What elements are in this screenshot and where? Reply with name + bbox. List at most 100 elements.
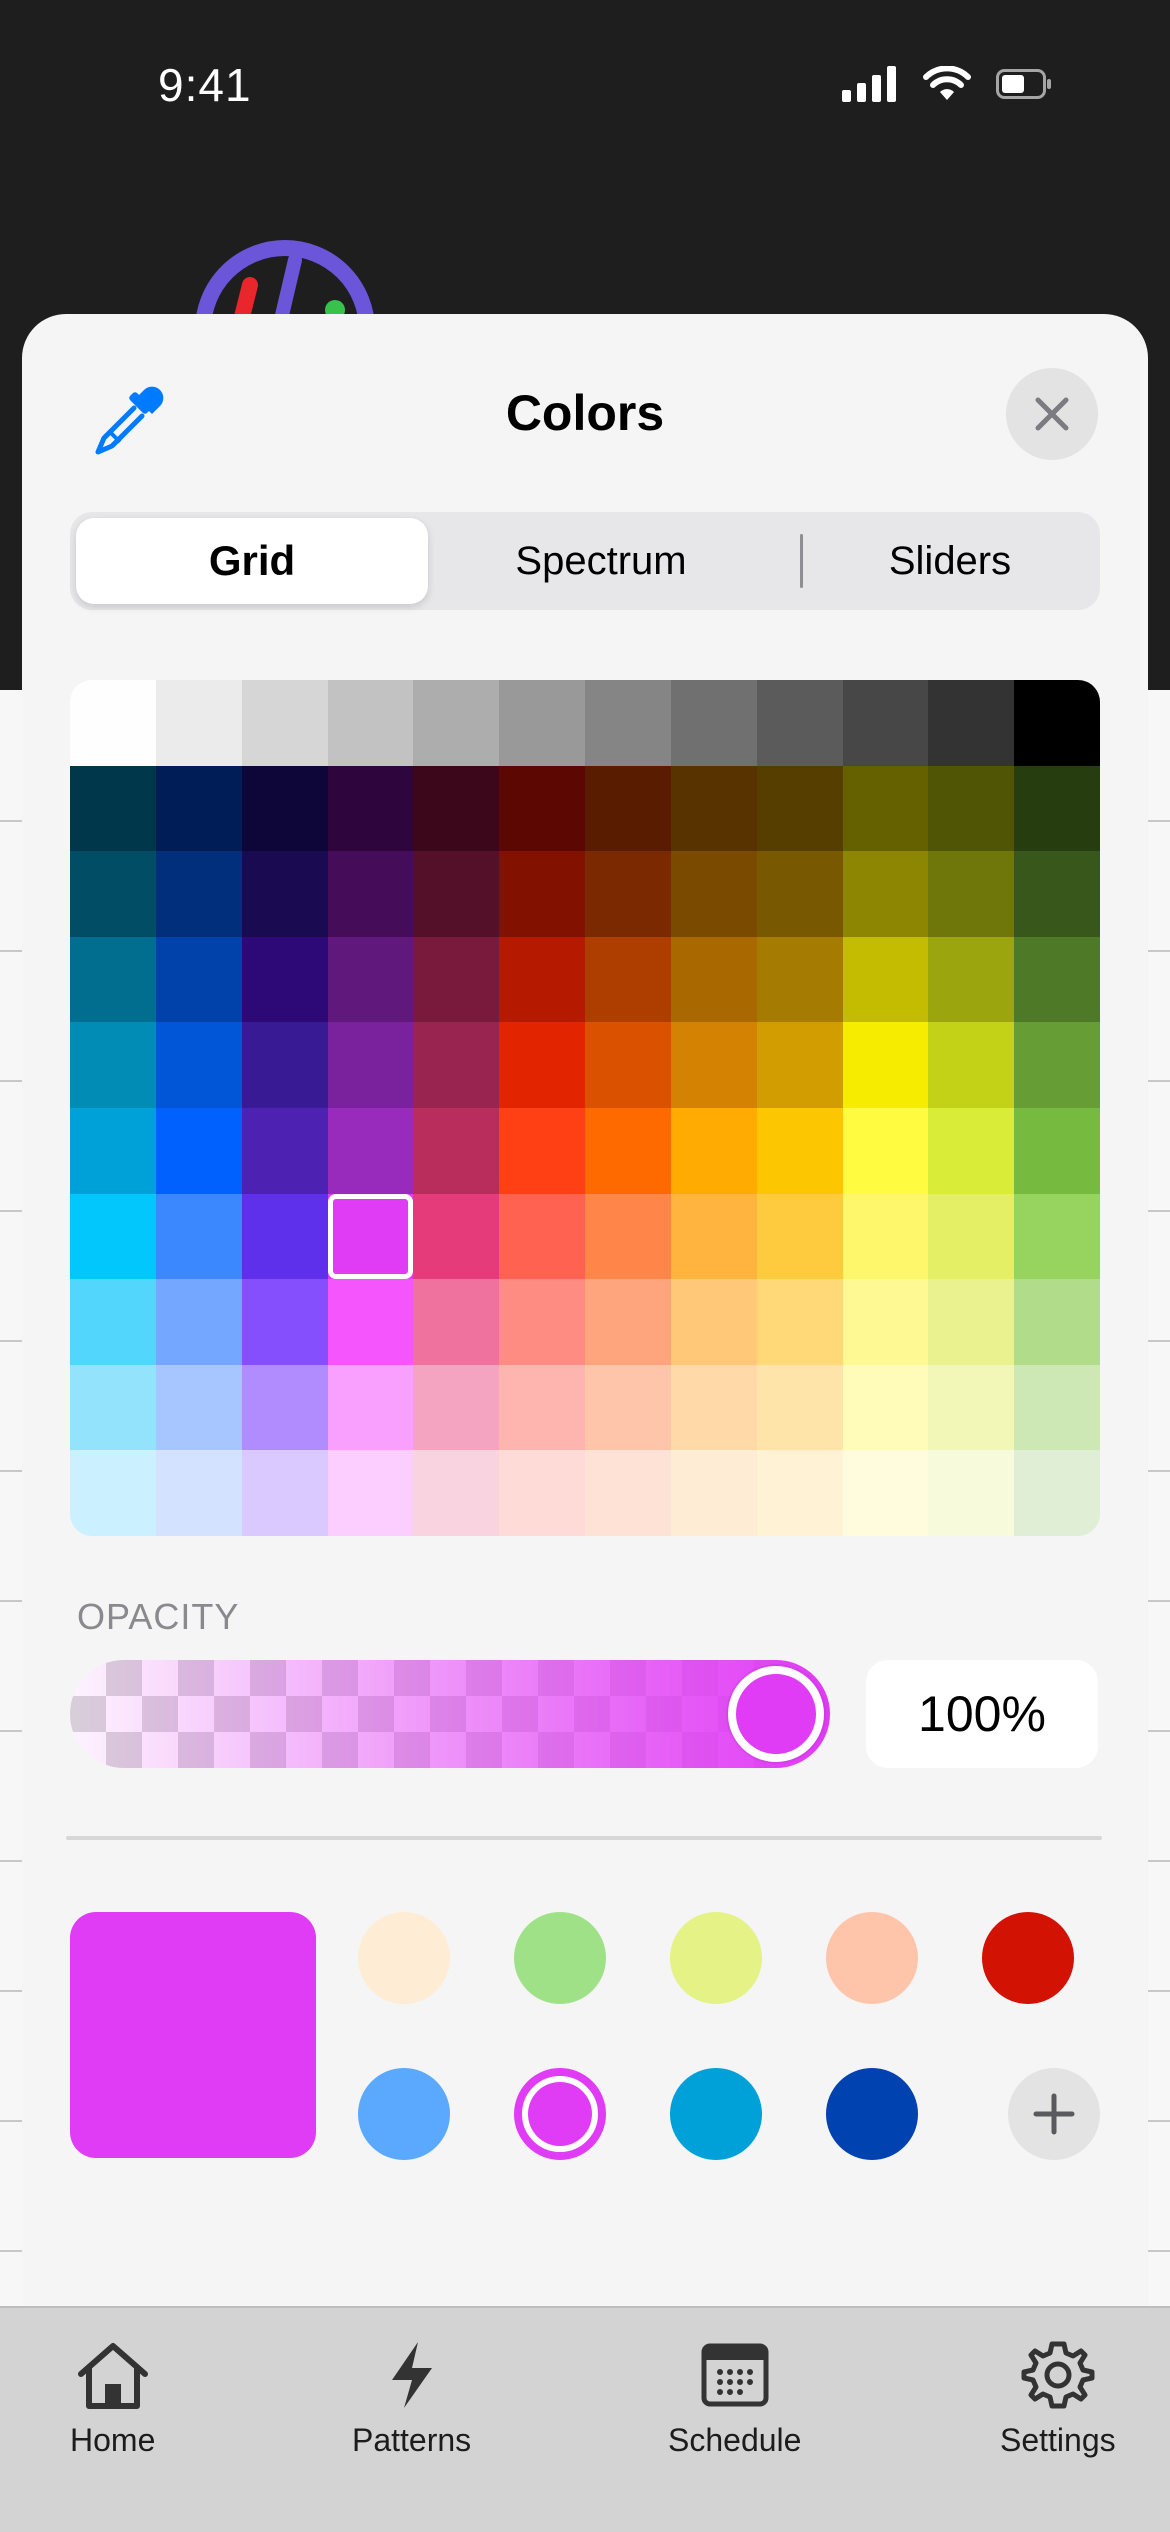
- color-grid-cell[interactable]: [241, 1279, 328, 1365]
- color-grid-cell[interactable]: [413, 1193, 500, 1280]
- color-grid-cell[interactable]: [327, 1450, 414, 1536]
- color-grid-cell[interactable]: [155, 1107, 242, 1194]
- color-grid-cell[interactable]: [928, 1279, 1015, 1365]
- color-grid-cell[interactable]: [670, 680, 757, 766]
- color-grid-cell[interactable]: [413, 1364, 500, 1451]
- color-grid-cell[interactable]: [70, 936, 156, 1023]
- color-grid-cell[interactable]: [1014, 851, 1100, 937]
- color-grid-cell[interactable]: [499, 1107, 585, 1194]
- opacity-slider[interactable]: [70, 1660, 830, 1768]
- color-grid-cell[interactable]: [241, 1107, 328, 1194]
- saved-color-swatch[interactable]: [358, 1912, 450, 2004]
- color-grid-cell[interactable]: [670, 936, 757, 1023]
- color-grid-cell[interactable]: [327, 1022, 414, 1108]
- color-grid-cell[interactable]: [842, 1450, 929, 1536]
- color-grid-cell[interactable]: [670, 1022, 757, 1108]
- color-grid-cell[interactable]: [928, 1450, 1015, 1536]
- color-grid-cell[interactable]: [756, 680, 843, 766]
- color-grid-cell[interactable]: [70, 1279, 156, 1365]
- color-grid-cell[interactable]: [670, 1364, 757, 1451]
- color-grid-cell[interactable]: [585, 936, 671, 1023]
- color-grid-cell[interactable]: [670, 1107, 757, 1194]
- color-grid-cell[interactable]: [756, 1364, 843, 1451]
- color-grid-cell[interactable]: [670, 1279, 757, 1365]
- color-grid-cell[interactable]: [756, 936, 843, 1023]
- color-grid-cell[interactable]: [70, 1107, 156, 1194]
- saved-color-swatch[interactable]: [982, 1912, 1074, 2004]
- color-grid-cell[interactable]: [842, 851, 929, 937]
- color-grid-cell[interactable]: [327, 1193, 414, 1280]
- saved-color-swatch[interactable]: [514, 1912, 606, 2004]
- opacity-slider-thumb[interactable]: [728, 1666, 824, 1762]
- color-grid-cell[interactable]: [413, 765, 500, 852]
- color-grid-cell[interactable]: [499, 851, 585, 937]
- color-grid-cell[interactable]: [413, 936, 500, 1023]
- color-grid-cell[interactable]: [928, 765, 1015, 852]
- color-grid-cell[interactable]: [327, 1279, 414, 1365]
- color-grid-cell[interactable]: [842, 1107, 929, 1194]
- color-grid-cell[interactable]: [842, 1279, 929, 1365]
- color-grid-cell[interactable]: [499, 680, 585, 766]
- color-grid-cell[interactable]: [670, 1450, 757, 1536]
- color-grid-cell[interactable]: [499, 1279, 585, 1365]
- saved-color-swatch[interactable]: [670, 1912, 762, 2004]
- color-grid-cell[interactable]: [1014, 765, 1100, 852]
- color-grid-cell[interactable]: [155, 1450, 242, 1536]
- color-grid-cell[interactable]: [155, 1193, 242, 1280]
- color-grid-cell[interactable]: [928, 1364, 1015, 1451]
- color-grid-cell[interactable]: [155, 1279, 242, 1365]
- color-grid-cell[interactable]: [241, 680, 328, 766]
- color-grid-cell[interactable]: [670, 765, 757, 852]
- color-grid-cell[interactable]: [413, 680, 500, 766]
- tab-home[interactable]: Home: [70, 2338, 155, 2459]
- color-grid-cell[interactable]: [842, 1364, 929, 1451]
- color-grid-cell[interactable]: [756, 1022, 843, 1108]
- color-grid-cell[interactable]: [585, 765, 671, 852]
- color-grid-cell[interactable]: [756, 765, 843, 852]
- color-grid-cell[interactable]: [327, 936, 414, 1023]
- color-grid-cell[interactable]: [1014, 936, 1100, 1023]
- color-grid-cell[interactable]: [155, 851, 242, 937]
- color-grid-cell[interactable]: [842, 936, 929, 1023]
- color-grid-cell[interactable]: [413, 851, 500, 937]
- saved-color-swatch[interactable]: [826, 2068, 918, 2160]
- color-grid-cell[interactable]: [70, 1193, 156, 1280]
- color-grid-cell[interactable]: [928, 1022, 1015, 1108]
- tab-schedule[interactable]: Schedule: [668, 2338, 801, 2459]
- color-grid-cell[interactable]: [842, 1193, 929, 1280]
- color-grid-cell[interactable]: [70, 1022, 156, 1108]
- color-grid-cell[interactable]: [241, 765, 328, 852]
- tab-patterns[interactable]: Patterns: [352, 2338, 471, 2459]
- color-grid-cell[interactable]: [842, 680, 929, 766]
- color-grid-cell[interactable]: [70, 851, 156, 937]
- color-grid-cell[interactable]: [1014, 1193, 1100, 1280]
- color-grid-cell[interactable]: [670, 1193, 757, 1280]
- color-grid-cell[interactable]: [70, 765, 156, 852]
- color-grid-cell[interactable]: [413, 1450, 500, 1536]
- color-grid-cell[interactable]: [756, 1107, 843, 1194]
- color-grid-cell[interactable]: [1014, 1450, 1100, 1536]
- add-color-button[interactable]: [1008, 2068, 1100, 2160]
- color-grid-cell[interactable]: [1014, 1364, 1100, 1451]
- color-grid-cell[interactable]: [1014, 1022, 1100, 1108]
- close-button[interactable]: [1006, 368, 1098, 460]
- color-grid-cell[interactable]: [928, 936, 1015, 1023]
- color-grid-cell[interactable]: [499, 1450, 585, 1536]
- color-grid-cell[interactable]: [499, 1022, 585, 1108]
- color-grid-cell[interactable]: [70, 680, 156, 766]
- color-grid-cell[interactable]: [70, 1364, 156, 1451]
- color-grid-cell[interactable]: [756, 1193, 843, 1280]
- color-grid-cell[interactable]: [585, 1193, 671, 1280]
- color-grid-cell[interactable]: [585, 1022, 671, 1108]
- saved-color-swatch[interactable]: [358, 2068, 450, 2160]
- color-grid-cell[interactable]: [413, 1107, 500, 1194]
- color-grid-cell[interactable]: [241, 936, 328, 1023]
- color-grid-cell[interactable]: [155, 936, 242, 1023]
- color-grid-cell[interactable]: [585, 1107, 671, 1194]
- color-grid-cell[interactable]: [327, 1364, 414, 1451]
- tab-sliders[interactable]: Sliders: [806, 518, 1094, 604]
- color-grid-cell[interactable]: [756, 1450, 843, 1536]
- color-grid-cell[interactable]: [928, 851, 1015, 937]
- color-grid-cell[interactable]: [1014, 680, 1100, 766]
- color-grid-cell[interactable]: [499, 936, 585, 1023]
